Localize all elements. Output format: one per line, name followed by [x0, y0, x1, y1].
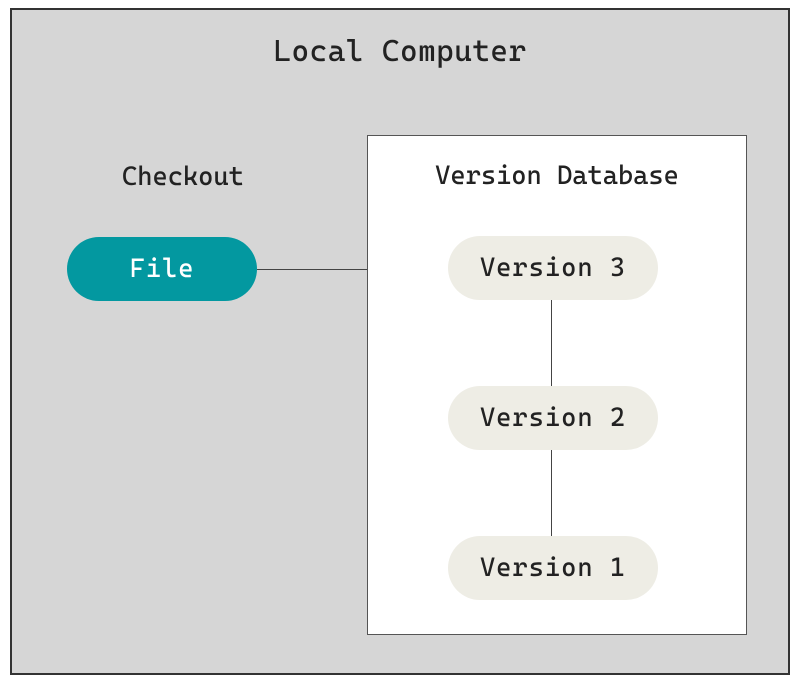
diagram-title: Local Computer: [12, 34, 788, 69]
version-database-box: Version Database Version 3 Version 2 Ver…: [367, 135, 747, 635]
version-node-1: Version 1: [448, 536, 658, 600]
version-2-label: Version 2: [480, 403, 626, 433]
connector-v3-to-v2: [551, 300, 552, 386]
file-node: File: [67, 237, 257, 301]
version-node-3: Version 3: [448, 236, 658, 300]
version-3-label: Version 3: [480, 253, 626, 283]
file-node-label: File: [130, 254, 195, 284]
connector-v2-to-v1: [551, 450, 552, 536]
version-1-label: Version 1: [480, 553, 626, 583]
version-node-2: Version 2: [448, 386, 658, 450]
version-database-title: Version Database: [368, 161, 746, 191]
local-computer-frame: Local Computer Checkout File Version Dat…: [10, 8, 790, 675]
checkout-label: Checkout: [122, 162, 244, 192]
